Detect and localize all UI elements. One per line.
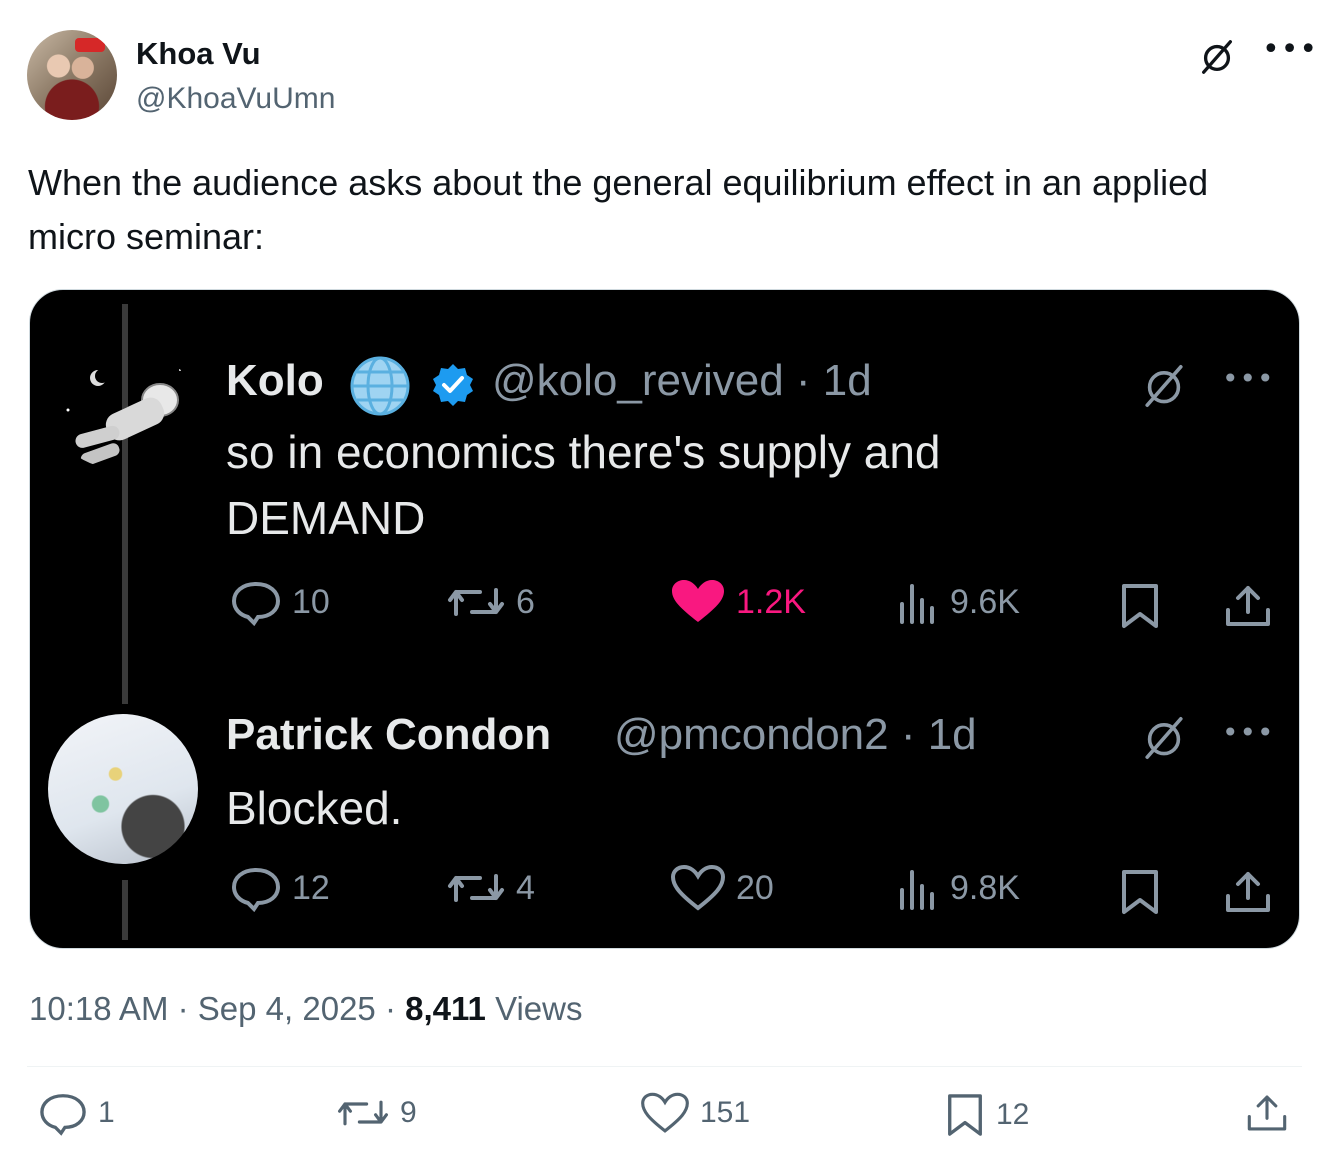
- patrick-repost-count: 4: [516, 868, 535, 907]
- kolo-reply-count: 10: [292, 582, 330, 621]
- patrick-handle: @pmcondon2 · 1d: [614, 710, 977, 759]
- grok-icon[interactable]: [1198, 38, 1236, 76]
- tweet-time[interactable]: 10:18 AM: [29, 990, 168, 1027]
- kolo-repost-count: 6: [516, 582, 535, 621]
- globe-icon: [350, 356, 410, 416]
- patrick-text: Blocked.: [226, 782, 403, 834]
- views-label: Views: [495, 990, 583, 1027]
- views-count: 8,411: [405, 990, 486, 1027]
- bookmark-icon: [1122, 870, 1158, 914]
- like-count: 151: [700, 1096, 751, 1129]
- repost-count: 9: [400, 1096, 417, 1129]
- thread-line-bottom: [122, 880, 128, 940]
- inner-more-icon: •••: [1222, 362, 1275, 395]
- patrick-views-stat: 9.8K: [896, 864, 1020, 912]
- repost-button[interactable]: 9: [336, 1090, 417, 1136]
- reply-button[interactable]: 1: [38, 1090, 115, 1136]
- tweet-date[interactable]: Sep 4, 2025: [198, 990, 376, 1027]
- bookmark-button[interactable]: 12: [944, 1090, 1029, 1140]
- more-options-icon[interactable]: •••: [1262, 35, 1317, 70]
- patrick-reply-stat: 12: [230, 864, 330, 912]
- kolo-views-count: 9.6K: [950, 582, 1020, 621]
- heart-filled-icon: [672, 580, 724, 622]
- reply-icon: [231, 581, 281, 626]
- tweet-header: Khoa Vu @KhoaVuUmn •••: [27, 30, 1317, 122]
- action-bar: 1 9 151 12: [0, 1090, 1327, 1150]
- kolo-name: Kolo: [226, 356, 324, 405]
- kolo-like-stat: 1.2K: [670, 578, 806, 626]
- tweet-text: When the audience asks about the general…: [28, 162, 1209, 257]
- kolo-handle: @kolo_revived · 1d: [492, 356, 872, 405]
- repost-icon: [448, 588, 504, 616]
- bookmark-icon: [1122, 584, 1158, 628]
- views-icon: [900, 584, 934, 624]
- heart-outline-icon: [670, 864, 726, 911]
- repost-icon: [338, 1100, 388, 1126]
- author-name[interactable]: Khoa Vu: [136, 36, 261, 72]
- kolo-views-stat: 9.6K: [896, 578, 1020, 626]
- tweet-meta: 10:18 AM · Sep 4, 2025 · 8,411 Views: [29, 990, 583, 1028]
- reply-count: 1: [98, 1096, 115, 1129]
- patrick-views-count: 9.8K: [950, 868, 1020, 907]
- heart-icon: [641, 1092, 689, 1133]
- inner-grok-icon-2: [1145, 717, 1183, 759]
- meta-separator: ·: [384, 990, 396, 1027]
- kolo-avatar: [66, 369, 192, 466]
- bookmark-count: 12: [996, 1098, 1030, 1131]
- kolo-like-count: 1.2K: [736, 582, 806, 621]
- divider: [27, 1066, 1302, 1067]
- kolo-text-line2: DEMAND: [226, 492, 426, 544]
- patrick-name: Patrick Condon: [226, 710, 552, 759]
- share-button[interactable]: [1244, 1090, 1300, 1136]
- tweet-media-image[interactable]: Kolo @kolo_revived · 1d ••• so in econom…: [29, 289, 1300, 949]
- repost-icon: [448, 874, 504, 902]
- inner-grok-icon: [1145, 365, 1183, 407]
- patrick-like-stat: 20: [670, 864, 774, 912]
- kolo-text-line1: so in economics there's supply and: [226, 426, 941, 478]
- patrick-avatar: [48, 714, 198, 864]
- share-icon: [1226, 872, 1270, 912]
- reply-icon: [40, 1094, 86, 1136]
- patrick-reply-count: 12: [292, 868, 330, 907]
- kolo-reply-stat: 10: [230, 578, 330, 626]
- author-handle[interactable]: @KhoaVuUmn: [136, 82, 335, 116]
- verified-badge-icon: [433, 364, 473, 406]
- reply-icon: [231, 867, 281, 912]
- views-icon: [900, 870, 934, 910]
- like-button[interactable]: 151: [640, 1090, 750, 1136]
- patrick-repost-stat: 4: [446, 864, 535, 912]
- share-icon: [1247, 1095, 1287, 1131]
- author-avatar[interactable]: [27, 30, 117, 120]
- share-icon: [1226, 586, 1270, 626]
- bookmark-icon: [948, 1094, 982, 1136]
- kolo-repost-stat: 6: [446, 578, 535, 626]
- patrick-like-count: 20: [736, 868, 774, 907]
- inner-more-icon-2: •••: [1222, 716, 1275, 749]
- meta-separator: ·: [177, 990, 189, 1027]
